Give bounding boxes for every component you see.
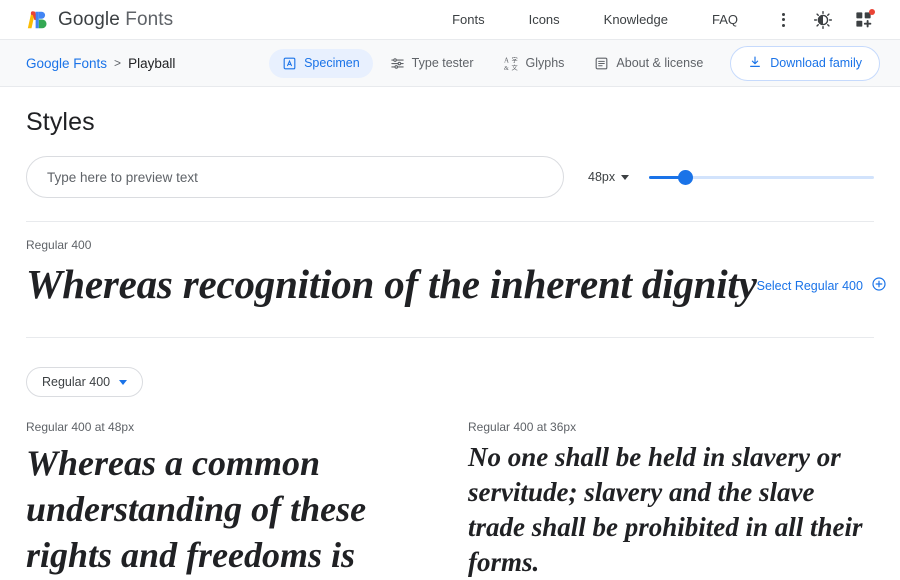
tab-specimen-label: Specimen: [304, 56, 360, 70]
breadcrumb-current: Playball: [128, 55, 176, 71]
kebab-dots: [781, 12, 785, 27]
family-sub-header: Google Fonts > Playball Specimen Type te…: [0, 40, 900, 87]
breadcrumb-separator: >: [114, 56, 122, 70]
tab-about-license[interactable]: About & license: [581, 49, 716, 78]
primary-nav: Fonts Icons Knowledge FAQ: [430, 3, 880, 37]
specimen-preview-row: Whereas recognition of the inherent dign…: [26, 259, 886, 309]
brand-title: Google Fonts: [58, 9, 173, 31]
brand-title-fonts: Fonts: [125, 8, 174, 30]
sample-column-36-label: Regular 400 at 36px: [468, 420, 577, 435]
main-content: Styles 48px Regular 400 Whereas recognit…: [0, 108, 900, 580]
more-vertical-icon[interactable]: [766, 3, 800, 37]
type-tester-icon: [390, 56, 405, 71]
select-style-button[interactable]: Select Regular 400: [757, 276, 887, 295]
size-controls: 48px: [588, 167, 874, 187]
brand-title-google: Google: [58, 8, 120, 30]
download-icon: [748, 55, 762, 72]
svg-text:A: A: [504, 57, 509, 64]
tab-type-tester[interactable]: Type tester: [377, 49, 487, 78]
download-family-button[interactable]: Download family: [730, 45, 880, 81]
tab-about-license-label: About & license: [616, 56, 704, 70]
style-filter-label: Regular 400: [42, 375, 111, 390]
sample-column-48-text: Whereas a common understanding of these …: [26, 443, 367, 576]
nav-item-fonts[interactable]: Fonts: [430, 6, 507, 33]
google-fonts-logo-icon: [26, 9, 48, 31]
notification-badge-dot: [869, 8, 875, 15]
brand-home-link[interactable]: Google Fonts: [26, 9, 173, 31]
sample-column-48-label: Regular 400 at 48px: [26, 420, 135, 435]
sample-columns: Regular 400 at 48px Whereas a common und…: [26, 420, 874, 580]
glyphs-icon: A 字 & 文: [504, 56, 519, 71]
page-title: Styles: [26, 108, 95, 136]
specimen-preview-text: Whereas recognition of the inherent dign…: [26, 261, 757, 307]
svg-text:字: 字: [511, 56, 517, 64]
font-size-slider[interactable]: [649, 167, 874, 187]
sample-column-36: Regular 400 at 36px No one shall be held…: [468, 420, 874, 580]
select-style-label: Select Regular 400: [756, 278, 863, 293]
plus-circle-icon: [871, 276, 887, 295]
breadcrumb: Google Fonts > Playball: [26, 56, 175, 71]
font-size-value: 48px: [588, 170, 616, 184]
top-navigation-bar: Google Fonts Fonts Icons Knowledge FAQ: [0, 0, 900, 40]
tab-glyphs-label: Glyphs: [525, 56, 565, 70]
slider-thumb[interactable]: [678, 169, 694, 185]
nav-item-knowledge[interactable]: Knowledge: [582, 6, 690, 33]
tab-glyphs[interactable]: A 字 & 文 Glyphs: [491, 49, 578, 78]
sample-column-48: Regular 400 at 48px Whereas a common und…: [26, 420, 432, 580]
divider-top: [26, 221, 874, 222]
svg-text:&: &: [504, 64, 509, 70]
divider-bottom: [26, 337, 874, 339]
add-to-collection-icon[interactable]: [846, 3, 880, 37]
download-family-label: Download family: [770, 56, 862, 70]
chevron-down-icon: [119, 379, 128, 385]
about-license-icon: [594, 56, 609, 71]
style-filter-dropdown[interactable]: Regular 400: [26, 367, 144, 398]
preview-controls: 48px: [26, 156, 874, 198]
family-tabs: Specimen Type tester A 字 & 文 Glyphs Abou…: [269, 48, 716, 78]
font-size-select[interactable]: 48px: [588, 170, 630, 184]
breadcrumb-root-link[interactable]: Google Fonts: [26, 56, 107, 71]
specimen-icon: [282, 56, 297, 71]
tab-specimen[interactable]: Specimen: [269, 48, 373, 78]
preview-text-input[interactable]: [26, 156, 564, 198]
sample-column-36-text: No one shall be held in slavery or servi…: [468, 442, 863, 578]
chevron-down-icon: [621, 174, 630, 180]
nav-item-faq[interactable]: FAQ: [690, 6, 760, 33]
style-weight-label: Regular 400: [26, 238, 92, 252]
tab-type-tester-label: Type tester: [411, 56, 474, 70]
dark-mode-icon[interactable]: [806, 3, 840, 37]
nav-item-icons[interactable]: Icons: [507, 6, 582, 33]
